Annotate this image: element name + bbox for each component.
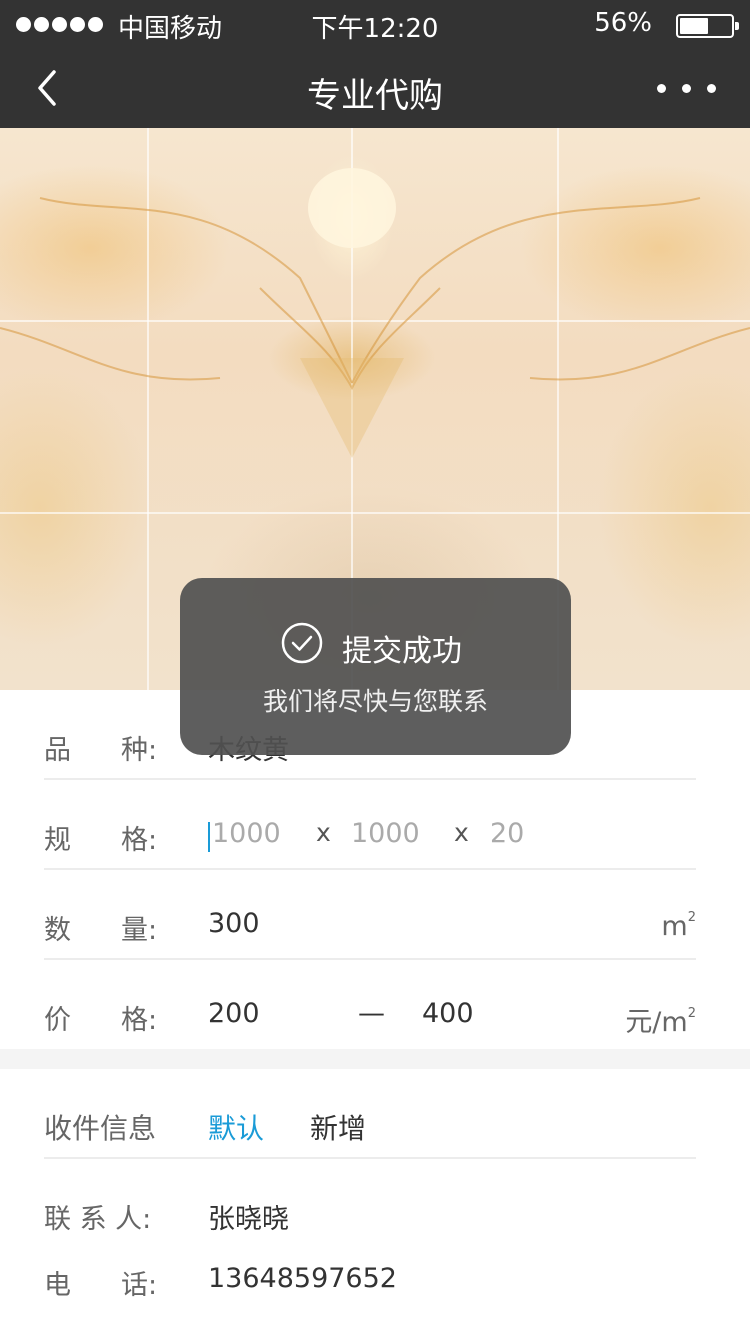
price-row: 价格: 200 — 400 元/m2 (44, 960, 696, 1050)
phone-row: 电话: 13648597652 (44, 1225, 696, 1301)
check-circle-icon (281, 622, 323, 664)
text-cursor (208, 822, 210, 852)
page-title: 专业代购 (307, 76, 443, 116)
toast-message: 我们将尽快与您联系 (262, 687, 488, 716)
spec-separator: x (454, 818, 469, 847)
length-input[interactable]: 1000 (212, 818, 281, 849)
quantity-input[interactable]: 300 (208, 908, 260, 939)
spec-separator: x (316, 818, 331, 847)
new-address-tab[interactable]: 新增 (310, 1107, 366, 1147)
price-label: 价格: (44, 1005, 158, 1036)
shipping-info: 收件信息 默认 新增 联 系 人: 张晓晓 电话: 13648597652 (0, 1069, 750, 1301)
toast-title: 提交成功 (342, 634, 462, 669)
default-address-tab[interactable]: 默认 (208, 1107, 264, 1147)
nav-bar: 专业代购 (0, 50, 750, 128)
price-dash: — (358, 998, 385, 1029)
phone-label: 电话: (44, 1270, 158, 1301)
quantity-row: 数量: 300 m2 (44, 870, 696, 960)
quantity-unit: m2 (661, 910, 696, 942)
spec-label: 规格: (44, 825, 158, 856)
price-unit: 元/m2 (625, 1006, 696, 1038)
width-input[interactable]: 1000 (351, 818, 420, 849)
shipping-label: 收件信息 (44, 1112, 157, 1145)
battery-icon (676, 14, 739, 38)
battery-percent: 56% (594, 8, 652, 38)
more-dots-icon[interactable] (657, 84, 716, 93)
price-max-input[interactable]: 400 (422, 998, 474, 1029)
phone-value[interactable]: 13648597652 (208, 1263, 397, 1294)
thickness-input[interactable]: 20 (490, 818, 524, 849)
price-min-input[interactable]: 200 (208, 998, 260, 1029)
variety-label: 品种: (44, 735, 158, 766)
status-bar: 中国移动 下午12:20 56% (0, 0, 750, 50)
section-divider (0, 1049, 750, 1069)
spec-row: 规格: 1000 x 1000 x 20 (44, 780, 696, 870)
shipping-header: 收件信息 默认 新增 (44, 1069, 696, 1159)
contact-row: 联 系 人: 张晓晓 (44, 1159, 696, 1235)
quantity-label: 数量: (44, 915, 158, 946)
success-toast: 提交成功 我们将尽快与您联系 (180, 578, 571, 755)
